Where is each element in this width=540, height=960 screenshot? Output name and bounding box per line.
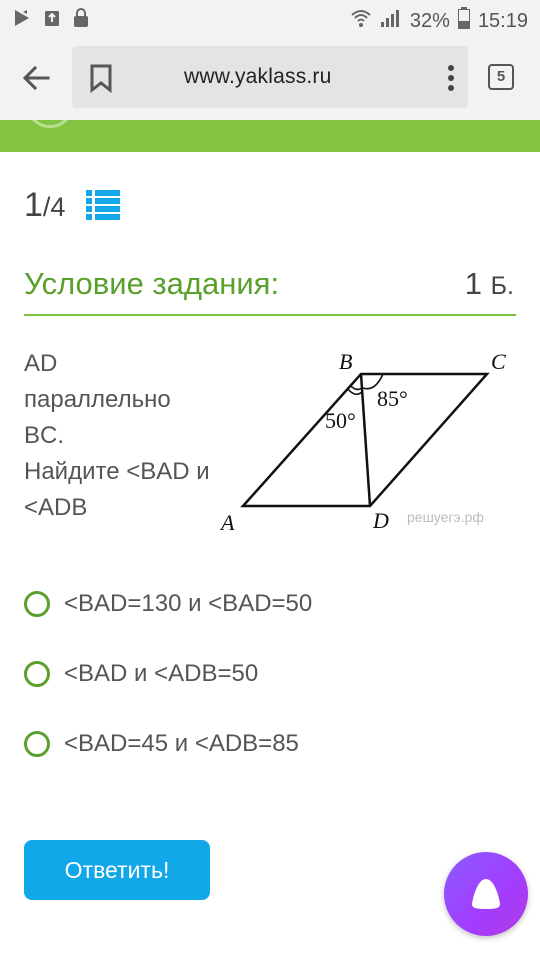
figure-watermark: решуегэ.рф	[407, 509, 484, 525]
bookmark-button[interactable]	[88, 63, 114, 94]
recycle-icon	[42, 8, 62, 34]
battery-icon	[457, 7, 470, 35]
option-label: <BAD=130 и <BAD=50	[64, 590, 313, 617]
arrow-left-icon	[22, 65, 50, 91]
vertex-label-d: D	[372, 508, 389, 533]
list-icon	[86, 190, 120, 220]
radio-button[interactable]	[24, 731, 50, 757]
option-label: <BAD=45 и <ADB=85	[64, 730, 299, 757]
task-current: 1	[24, 186, 43, 224]
submit-answer-button[interactable]: Ответить!	[24, 840, 210, 900]
task-counter: 1/4	[24, 186, 65, 225]
browser-toolbar: www.yaklass.ru 5	[0, 38, 540, 120]
answer-option[interactable]: <BAD=45 и <ADB=85	[24, 726, 299, 762]
task-points: 1 Б.	[465, 266, 514, 302]
task-text-line: Найдите <BAD и	[24, 458, 210, 485]
vertex-label-b: B	[339, 349, 352, 374]
vertex-label-c: C	[491, 349, 506, 374]
signal-icon	[380, 8, 402, 34]
points-value: 1	[464, 266, 483, 301]
section-divider	[24, 314, 516, 316]
task-text-line: параллельно	[24, 386, 171, 413]
bookmark-icon	[90, 64, 112, 94]
task-condition-title: Условие задания:	[24, 266, 280, 301]
tab-switcher-button[interactable]: 5	[488, 64, 514, 90]
back-button[interactable]	[18, 60, 54, 96]
angle-label-50: 50°	[325, 408, 356, 433]
task-text-line: <ADB	[24, 494, 88, 521]
status-bar: 32% 15:19	[0, 0, 540, 38]
lock-icon	[72, 8, 90, 34]
assistant-icon	[472, 879, 500, 909]
radio-button[interactable]	[24, 591, 50, 617]
points-unit: Б.	[490, 272, 514, 300]
vertex-label-a: A	[219, 510, 235, 535]
diagonal-bd	[359, 373, 372, 507]
answer-option[interactable]: <BAD и <ADB=50	[24, 656, 258, 692]
task-text-line: BC.	[24, 422, 65, 449]
task-text-line: AD	[24, 350, 58, 377]
option-label: <BAD и <ADB=50	[64, 660, 259, 687]
url-text[interactable]: www.yaklass.ru	[184, 65, 332, 89]
wifi-icon	[350, 8, 372, 34]
angle-label-85: 85°	[377, 386, 408, 411]
clock: 15:19	[477, 9, 528, 32]
address-bar[interactable]: www.yaklass.ru	[72, 46, 468, 108]
battery-percent: 32%	[409, 9, 450, 32]
answer-option[interactable]: <BAD=130 и <BAD=50	[24, 586, 312, 622]
assistant-button[interactable]	[444, 852, 528, 936]
site-header-band	[0, 120, 540, 152]
kebab-menu-icon	[448, 65, 454, 91]
browser-menu-button[interactable]	[446, 64, 456, 92]
radio-button[interactable]	[24, 661, 50, 687]
task-total: /4	[42, 192, 66, 222]
header-circle-icon	[26, 120, 74, 128]
task-list-button[interactable]	[86, 190, 120, 220]
task-text: AD параллельно BC. Найдите <BAD и <ADB	[24, 346, 224, 526]
parallelogram-figure: B C A D 50° 85° решуегэ.рф	[219, 349, 506, 535]
play-store-icon	[12, 8, 32, 34]
